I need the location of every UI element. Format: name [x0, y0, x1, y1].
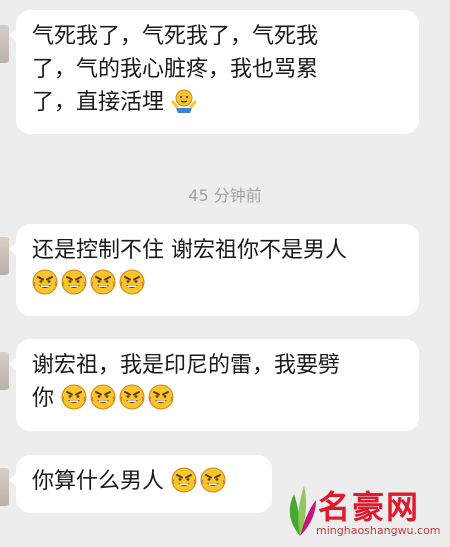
angry-emoji-icon [119, 384, 146, 410]
shrug-emoji-icon [171, 88, 197, 114]
angry-emoji-icon [200, 467, 227, 493]
message-line: 你 [32, 382, 405, 415]
message-text: 了，气的我心脏疼，我也骂累 [32, 57, 319, 82]
angry-emoji-icon [90, 384, 117, 410]
angry-emoji-icon [119, 269, 145, 295]
message-bubble[interactable]: 还是控制不住 谢宏祖你不是男人 [9, 224, 419, 316]
chat-area[interactable]: 气死我了，气死我了，气死我 了，气的我心脏疼，我也骂累 了，直接活埋 45 分钟… [0, 0, 450, 547]
angry-emoji-icon [32, 269, 58, 295]
watermark-url: minghaoshangwu.com [316, 524, 441, 537]
message-text: 了，直接活埋 [32, 90, 165, 115]
message-line: 了，直接活埋 [32, 86, 405, 119]
avatar[interactable] [0, 25, 9, 63]
message-bubble[interactable]: 谢宏祖，我是印尼的雷，我要劈 你 [9, 339, 419, 431]
message-text: 你 [32, 386, 55, 411]
angry-emoji-icon [61, 384, 88, 410]
message-bubble[interactable]: 气死我了，气死我了，气死我 了，气的我心脏疼，我也骂累 了，直接活埋 [9, 10, 419, 134]
message-text: 谢宏祖，我是印尼的雷，我要劈 [32, 353, 341, 378]
message-line: 你算什么男人 [32, 465, 258, 498]
angry-emoji-icon [90, 269, 116, 295]
message-text: 还是控制不住 谢宏祖你不是男人 [32, 238, 347, 263]
avatar[interactable] [0, 352, 9, 390]
avatar[interactable] [0, 468, 9, 506]
avatar[interactable] [0, 237, 9, 275]
message-text: 你算什么男人 [32, 469, 165, 494]
message-bubble[interactable]: 你算什么男人 [9, 455, 272, 513]
angry-emoji-icon [171, 467, 198, 493]
angry-emoji-icon [148, 384, 175, 410]
message-text: 气死我了，气死我了，气死我 [32, 24, 319, 49]
timestamp: 45 分钟前 [188, 186, 262, 205]
leaf-logo-icon [289, 486, 316, 536]
emoji-row [32, 267, 405, 300]
watermark-brand: 名豪网 [318, 488, 421, 526]
watermark: 名豪网 minghaoshangwu.com [278, 476, 446, 544]
angry-emoji-icon [61, 269, 87, 295]
